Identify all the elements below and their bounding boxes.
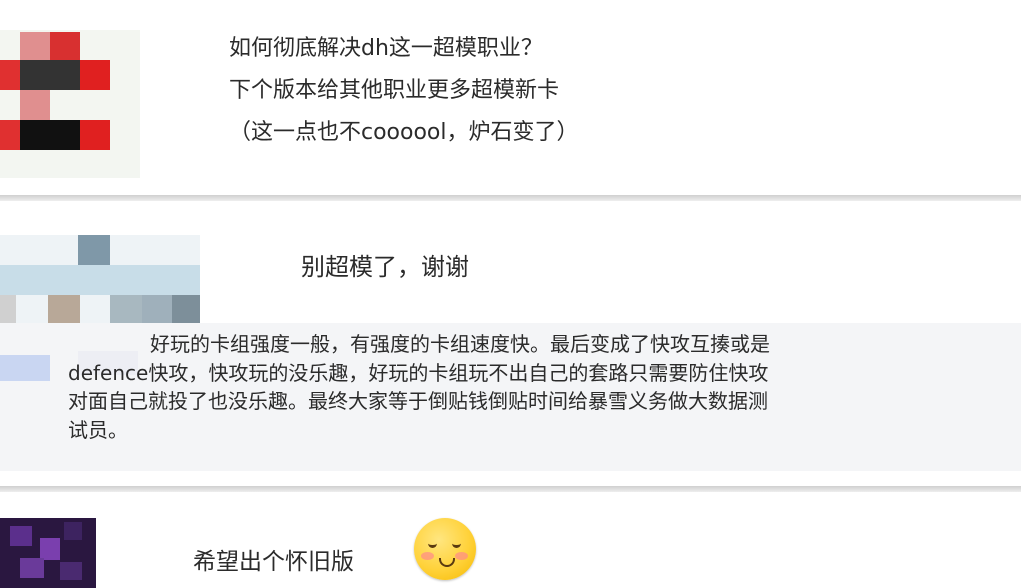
quoted-reply-text: 好玩的卡组强度一般，有强度的卡组速度快。最后变成了快攻互揍或是 defence快… xyxy=(68,330,1018,444)
avatar[interactable] xyxy=(0,235,200,325)
comment-text-line: （这一点也不coooool，炉石变了） xyxy=(229,120,579,145)
comment-4: 希望出个怀旧版 xyxy=(0,492,1021,588)
comment-2: 别超模了，谢谢 xyxy=(0,201,1021,325)
comment-1: 如何彻底解决dh这一超模职业？ 下个版本给其他职业更多超模新卡 （这一点也不co… xyxy=(0,0,1021,195)
quote-text-line: defence快攻，快攻玩的没乐趣，好玩的卡组玩不出自己的套路只需要防住快攻 xyxy=(68,360,769,385)
quote-text-line: 对面自己就投了也没乐趣。最终大家等于倒贴钱倒贴时间给暴雪义务做大数据测 xyxy=(68,389,768,413)
quote-text-line: 试员。 xyxy=(68,417,128,442)
avatar[interactable] xyxy=(0,518,96,588)
blushing-smile-icon xyxy=(414,518,476,580)
comment-text-line: 希望出个怀旧版 xyxy=(193,549,354,575)
quote-text-line: 好玩的卡组强度一般，有强度的卡组速度快。最后变成了快攻互揍或是 xyxy=(150,332,770,356)
comment-text-line: 下个版本给其他职业更多超模新卡 xyxy=(229,78,560,103)
comment-text-line: 别超模了，谢谢 xyxy=(301,253,469,281)
avatar[interactable] xyxy=(0,30,140,178)
avatar[interactable] xyxy=(0,355,50,381)
comment-text-line: 如何彻底解决dh这一超模职业？ xyxy=(229,36,543,61)
